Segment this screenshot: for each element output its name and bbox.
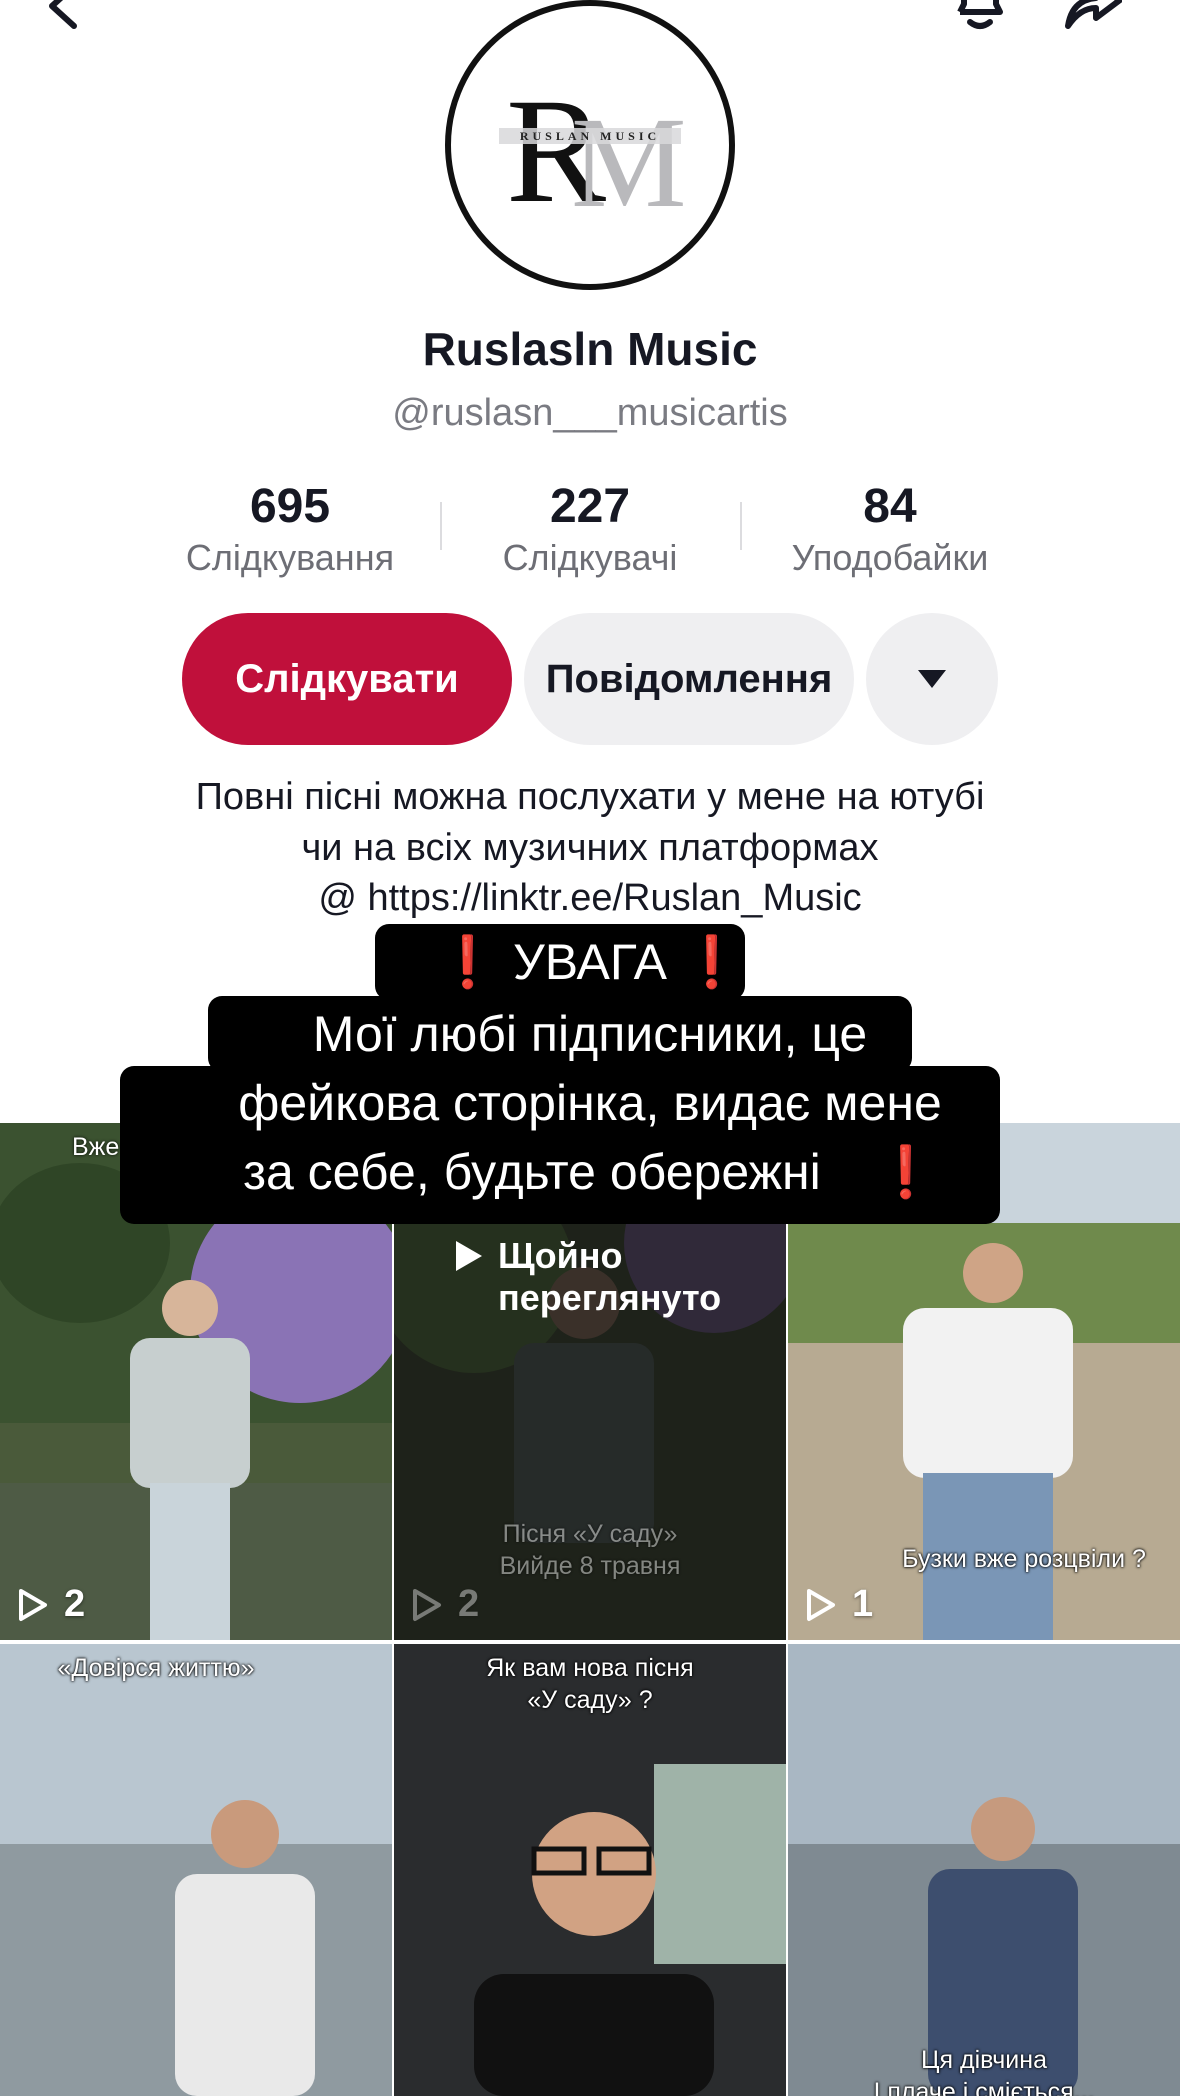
- bio-link[interactable]: @ https://linktr.ee/Ruslan_Music: [0, 873, 1180, 924]
- view-count: 2: [412, 1583, 479, 1626]
- stat-divider: [440, 502, 442, 550]
- video-caption: Пісня «У саду» Вийде 8 травня: [499, 1520, 681, 1580]
- warning-text-line-1: Мої любі підписники, це: [312, 1006, 868, 1062]
- stat-likes-value: 84: [863, 480, 917, 533]
- video-frame: [788, 1644, 1180, 2096]
- video-caption: «Довірся життю»: [57, 1654, 255, 1682]
- video-caption: Як вам нова пісня «У саду» ?: [486, 1654, 694, 1714]
- ruslan-music-logo: R M RUSLAN MUSIC: [499, 68, 687, 235]
- video-caption: Ця дівчина І плаче і сміється...: [873, 2046, 1095, 2096]
- more-options-button[interactable]: [866, 613, 998, 745]
- view-count: 1: [806, 1583, 873, 1626]
- view-count: 2: [18, 1583, 85, 1626]
- message-button[interactable]: Повідомлення: [524, 613, 854, 745]
- stat-following[interactable]: 695 Слідкування: [160, 478, 420, 580]
- bell-icon[interactable]: [950, 0, 1010, 36]
- share-icon[interactable]: [1062, 0, 1123, 36]
- watched-label: Щойно переглянуто: [454, 1235, 721, 1319]
- video-frame: [0, 1644, 392, 2096]
- username: @ruslasn___musicartis: [392, 392, 788, 434]
- warning-title: ❗ УВАГА ❗: [436, 934, 744, 990]
- warning-text-line-3: за себе, будьте обережні ❗: [243, 1144, 937, 1200]
- play-outline-icon: [413, 1588, 441, 1621]
- video-caption: Бузки вже розцвіли ?: [902, 1545, 1146, 1573]
- video-thumbnail[interactable]: Як вам нова пісня «У саду» ?: [394, 1644, 786, 2096]
- exclamation-icon: ❗: [680, 934, 744, 990]
- play-solid-icon: [456, 1241, 482, 1271]
- play-outline-icon: [807, 1588, 835, 1621]
- stat-divider: [740, 502, 742, 550]
- play-outline-icon: [19, 1588, 47, 1621]
- stat-likes-label: Уподобайки: [791, 537, 989, 578]
- stat-followers-label: Слідкувачі: [502, 537, 678, 578]
- back-icon[interactable]: [38, 0, 98, 36]
- bio-line-2: чи на всіх музичних платформах: [301, 827, 879, 869]
- warning-text-line-2: фейкова сторінка, видає мене: [238, 1075, 942, 1131]
- stat-followers-value: 227: [549, 480, 631, 533]
- avatar[interactable]: R M RUSLAN MUSIC: [445, 0, 735, 290]
- exclamation-icon: ❗: [436, 934, 500, 990]
- stat-following-value: 695: [249, 480, 331, 533]
- display-name: Ruslasln Music: [422, 323, 758, 375]
- stat-likes[interactable]: 84 Уподобайки: [760, 478, 1020, 580]
- profile-stats: 695 Слідкування 227 Слідкувачі 84 Уподоб…: [160, 478, 1020, 588]
- video-thumbnail[interactable]: Ця дівчина І плаче і сміється...: [788, 1644, 1180, 2096]
- svg-text:RUSLAN MUSIC: RUSLAN MUSIC: [520, 129, 660, 143]
- caret-down-icon: [918, 670, 946, 688]
- video-thumbnail[interactable]: «Довірся життю»: [0, 1644, 392, 2096]
- exclamation-icon: ❗: [874, 1144, 937, 1200]
- bio-line-1: Повні пісні можна послухати у мене на ют…: [195, 776, 985, 818]
- stat-followers[interactable]: 227 Слідкувачі: [460, 478, 720, 580]
- svg-text:M: M: [571, 91, 687, 235]
- follow-button[interactable]: Слідкувати: [182, 613, 512, 745]
- stat-following-label: Слідкування: [185, 537, 395, 578]
